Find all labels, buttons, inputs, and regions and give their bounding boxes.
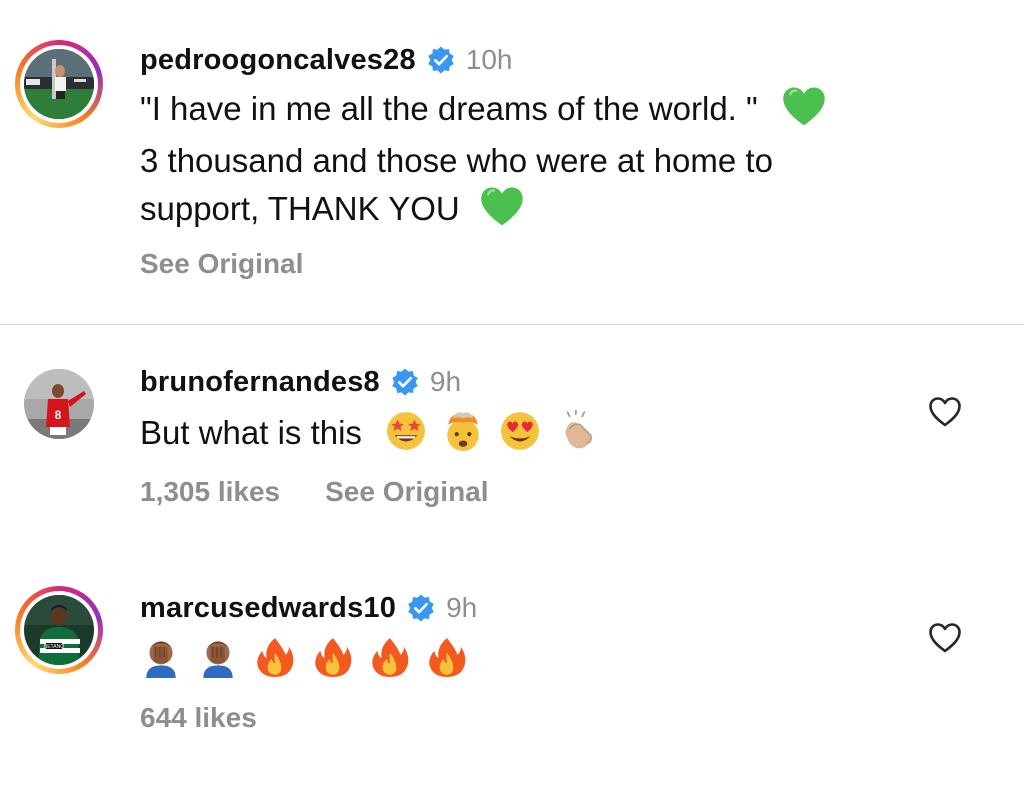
avatar: 8	[24, 369, 94, 439]
comment-line: support, THANK YOU	[140, 184, 900, 232]
comments-page: pedroogoncalves28 10h "I have in me all …	[0, 0, 1024, 795]
likes-count[interactable]: 1,305 likes	[140, 476, 280, 508]
comment-text: "I have in me all the dreams of the worl…	[140, 84, 900, 232]
comment-text: But what is this	[140, 410, 900, 456]
comment-line	[140, 636, 900, 682]
comment-text	[140, 636, 900, 682]
fire-emoji-icon	[429, 638, 466, 677]
exploding-head-emoji-icon	[447, 412, 480, 451]
timestamp: 9h	[429, 366, 462, 397]
username[interactable]: brunofernandes8	[140, 366, 380, 399]
fire-emoji-icon	[314, 638, 351, 677]
like-heart-icon[interactable]	[928, 396, 962, 428]
username[interactable]: pedroogoncalves28	[140, 44, 416, 77]
facepalm-emoji-icon	[203, 641, 233, 678]
avatar-story-ring[interactable]: BETANO	[15, 586, 103, 674]
divider	[0, 324, 1024, 325]
verified-badge-icon	[428, 46, 454, 74]
avatar-wrap[interactable]: 8	[15, 360, 103, 448]
heart-eyes-emoji-icon	[501, 412, 540, 450]
like-heart-icon[interactable]	[928, 622, 962, 654]
avatar	[24, 49, 94, 119]
fire-emoji-icon	[371, 638, 409, 677]
verified-badge-icon	[408, 594, 434, 622]
green-heart-icon	[481, 187, 523, 226]
timestamp: 9h	[446, 592, 478, 623]
comment-line: 3 thousand and those who were at home to	[140, 142, 773, 179]
facepalm-emoji-icon	[146, 641, 176, 678]
comment-line: "I have in me all the dreams of the worl…	[140, 84, 900, 132]
svg-text:8: 8	[55, 408, 62, 422]
svg-text:BETANO: BETANO	[44, 644, 64, 650]
verified-badge-icon	[392, 368, 418, 396]
username[interactable]: marcusedwards10	[140, 592, 396, 625]
comment-line: But what is this	[140, 410, 900, 456]
see-original-button[interactable]: See Original	[140, 248, 303, 280]
fire-emoji-icon	[257, 638, 294, 677]
avatar-story-ring[interactable]	[15, 40, 103, 128]
see-original-button[interactable]: See Original	[325, 476, 488, 508]
star-struck-emoji-icon	[387, 412, 426, 450]
green-heart-icon	[783, 87, 825, 126]
avatar: BETANO	[24, 595, 94, 665]
timestamp: 10h	[465, 44, 513, 75]
likes-count[interactable]: 644 likes	[140, 702, 257, 734]
clapping-hands-emoji-icon	[565, 410, 592, 449]
